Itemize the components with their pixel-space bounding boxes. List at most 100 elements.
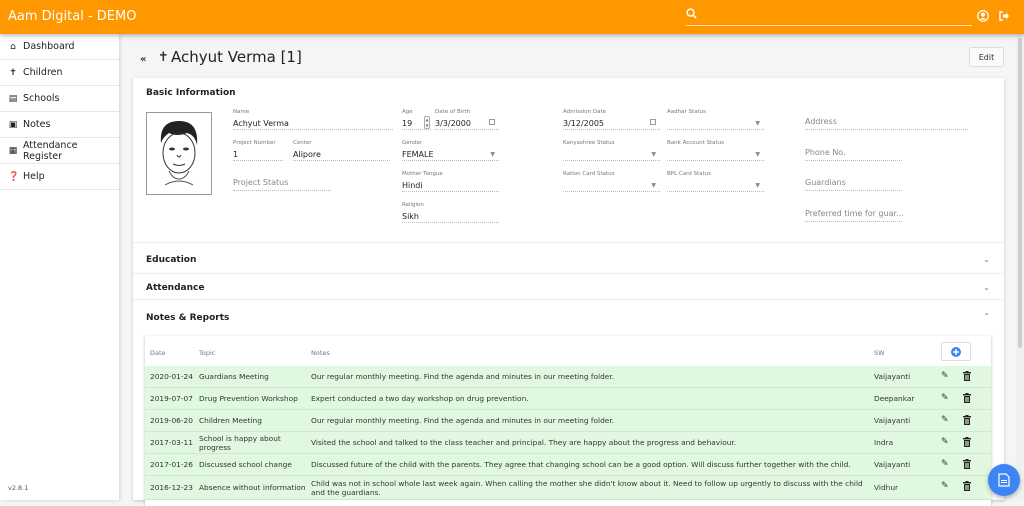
field-placeholder: Address (805, 117, 837, 126)
cell-date: 2019-06-20 (150, 416, 193, 425)
chevron-up-icon[interactable]: ⌃ (983, 312, 990, 321)
sidebar-item-notes[interactable]: ▣ Notes (0, 112, 119, 138)
table-row[interactable]: 2019-07-07 Drug Prevention Workshop Expert… (145, 388, 991, 410)
cell-date: 2020-01-24 (150, 372, 193, 381)
edit-pencil-icon[interactable]: ✎ (941, 481, 949, 491)
field-label: BPL Card Status (667, 171, 712, 177)
sidebar-item-label: Children (23, 67, 63, 78)
report-fab-button[interactable] (988, 464, 1020, 496)
trash-icon[interactable] (963, 393, 971, 406)
table-row[interactable]: 2016-12-23 Absence without information Chi… (145, 476, 991, 500)
date-of-birth-field[interactable]: Date of Birth 3/3/2000 (435, 109, 499, 130)
section-title: Notes & Reports (146, 313, 230, 323)
cell-topic: Children Meeting (199, 416, 262, 425)
mother-tongue-field[interactable]: Mother Tongue Hindi (402, 171, 499, 192)
scrollbar-thumb[interactable] (1018, 38, 1022, 348)
add-note-button[interactable] (941, 342, 971, 361)
plus-circle-icon (951, 346, 961, 357)
edit-pencil-icon[interactable]: ✎ (941, 437, 949, 447)
file-icon: ▣ (8, 119, 18, 130)
bpl-card-status-select[interactable]: BPL Card Status ▼ (667, 171, 764, 192)
education-panel[interactable]: Education ⌄ (133, 243, 1004, 274)
edit-pencil-icon[interactable]: ✎ (941, 415, 949, 425)
trash-icon[interactable] (963, 481, 971, 494)
project-status-field[interactable]: Project Status (233, 171, 331, 191)
cell-sw: Vaijayanti (874, 460, 911, 469)
sidebar-item-label: Help (23, 171, 45, 182)
attendance-panel[interactable]: Attendance ⌄ (133, 274, 1004, 300)
cell-topic: Guardians Meeting (199, 372, 269, 381)
caret-down-icon: ▼ (755, 120, 760, 127)
bank-account-status-select[interactable]: Bank Account Status ▼ (667, 140, 764, 161)
field-value: Sikh (402, 212, 420, 221)
logout-icon[interactable] (998, 10, 1010, 22)
sidebar-item-dashboard[interactable]: ⌂ Dashboard (0, 34, 119, 60)
table-row[interactable]: 2019-06-20 Children Meeting Our regular mo… (145, 410, 991, 432)
column-header-sw[interactable]: SW (874, 349, 885, 357)
field-placeholder: Phone No. (805, 148, 846, 157)
admission-date-field[interactable]: Admission Date 3/12/2005 (563, 109, 660, 130)
sidebar-item-help[interactable]: ❓ Help (0, 164, 119, 190)
column-header-notes[interactable]: Notes (311, 349, 330, 357)
caret-down-icon: ▼ (490, 151, 495, 158)
page-scrollbar[interactable] (1016, 34, 1024, 500)
edit-pencil-icon[interactable]: ✎ (941, 393, 949, 403)
cell-notes: Expert conducted a two day workshop on d… (311, 394, 529, 403)
address-field[interactable]: Address (805, 110, 968, 130)
phone-field[interactable]: Phone No. (805, 141, 902, 161)
cell-topic: Drug Prevention Workshop (199, 394, 298, 403)
child-details-card: Basic Information Name Achyut Verma Proje… (133, 78, 1004, 506)
sidebar-item-schools[interactable]: ▤ Schools (0, 86, 119, 112)
cell-date: 2017-03-11 (150, 438, 193, 447)
sidebar-item-children[interactable]: ✝ Children (0, 60, 119, 86)
child-photo[interactable] (146, 112, 212, 195)
trash-icon[interactable] (963, 371, 971, 384)
chevron-down-icon[interactable]: ⌄ (983, 283, 990, 292)
search-input[interactable] (686, 6, 972, 26)
cell-sw: Vidhur (874, 483, 899, 492)
caret-down-icon: ▼ (755, 182, 760, 189)
trash-icon[interactable] (963, 415, 971, 428)
center-field[interactable]: Center Alipore (293, 140, 390, 161)
edit-pencil-icon[interactable]: ✎ (941, 459, 949, 469)
table-icon: ▦ (8, 145, 18, 156)
chevron-down-icon[interactable]: ⌄ (983, 255, 990, 264)
name-field[interactable]: Name Achyut Verma (233, 109, 393, 130)
edit-pencil-icon[interactable]: ✎ (941, 371, 949, 381)
caret-down-icon: ▼ (651, 182, 656, 189)
cell-sw: Indra (874, 438, 894, 447)
calendar-icon[interactable] (650, 119, 656, 125)
field-label: Gender (402, 140, 423, 146)
table-row[interactable]: 2020-01-24 Guardians Meeting Our regular m… (145, 366, 991, 388)
project-number-field[interactable]: Project Number 1 (233, 140, 283, 161)
edit-button[interactable]: Edit (969, 47, 1004, 67)
section-title: Basic Information (146, 88, 236, 98)
caret-down-icon: ▼ (651, 151, 656, 158)
sidebar-item-attendance-register[interactable]: ▦ Attendance Register (0, 138, 119, 164)
field-label: Ration Card Status (563, 171, 615, 177)
column-header-date[interactable]: Date (150, 349, 166, 357)
preferred-time-field[interactable]: Preferred time for guar... (805, 202, 904, 222)
ration-card-status-select[interactable]: Ration Card Status ▼ (563, 171, 660, 192)
field-value: Alipore (293, 150, 321, 159)
user-circle-icon[interactable] (977, 10, 989, 22)
back-icon[interactable]: « (140, 54, 146, 65)
table-row[interactable]: 2017-01-26 Discussed school change Discuss… (145, 454, 991, 476)
age-stepper[interactable]: ▲ ▼ (424, 116, 430, 129)
cell-notes: Our regular monthly meeting. Find the ag… (311, 372, 615, 381)
field-value: 1 (233, 150, 239, 159)
aadhar-status-select[interactable]: Aadhar Status ▼ (667, 109, 764, 130)
religion-field[interactable]: Religion Sikh (402, 202, 499, 223)
app-title[interactable]: Aam Digital - DEMO (8, 9, 136, 24)
section-title: Attendance (146, 283, 205, 293)
age-field[interactable]: Age 19 ▲ ▼ (402, 109, 431, 130)
trash-icon[interactable] (963, 437, 971, 450)
table-row[interactable]: 2017-03-11 School is happy about progress… (145, 432, 991, 454)
column-header-topic[interactable]: Topic (199, 349, 215, 357)
calendar-icon[interactable] (489, 119, 495, 125)
kanyashree-status-select[interactable]: Kanyashree Status ▼ (563, 140, 660, 161)
guardians-field[interactable]: Guardians (805, 171, 902, 191)
gender-select[interactable]: Gender FEMALE ▼ (402, 140, 499, 161)
field-label: Age (402, 109, 413, 115)
trash-icon[interactable] (963, 459, 971, 472)
